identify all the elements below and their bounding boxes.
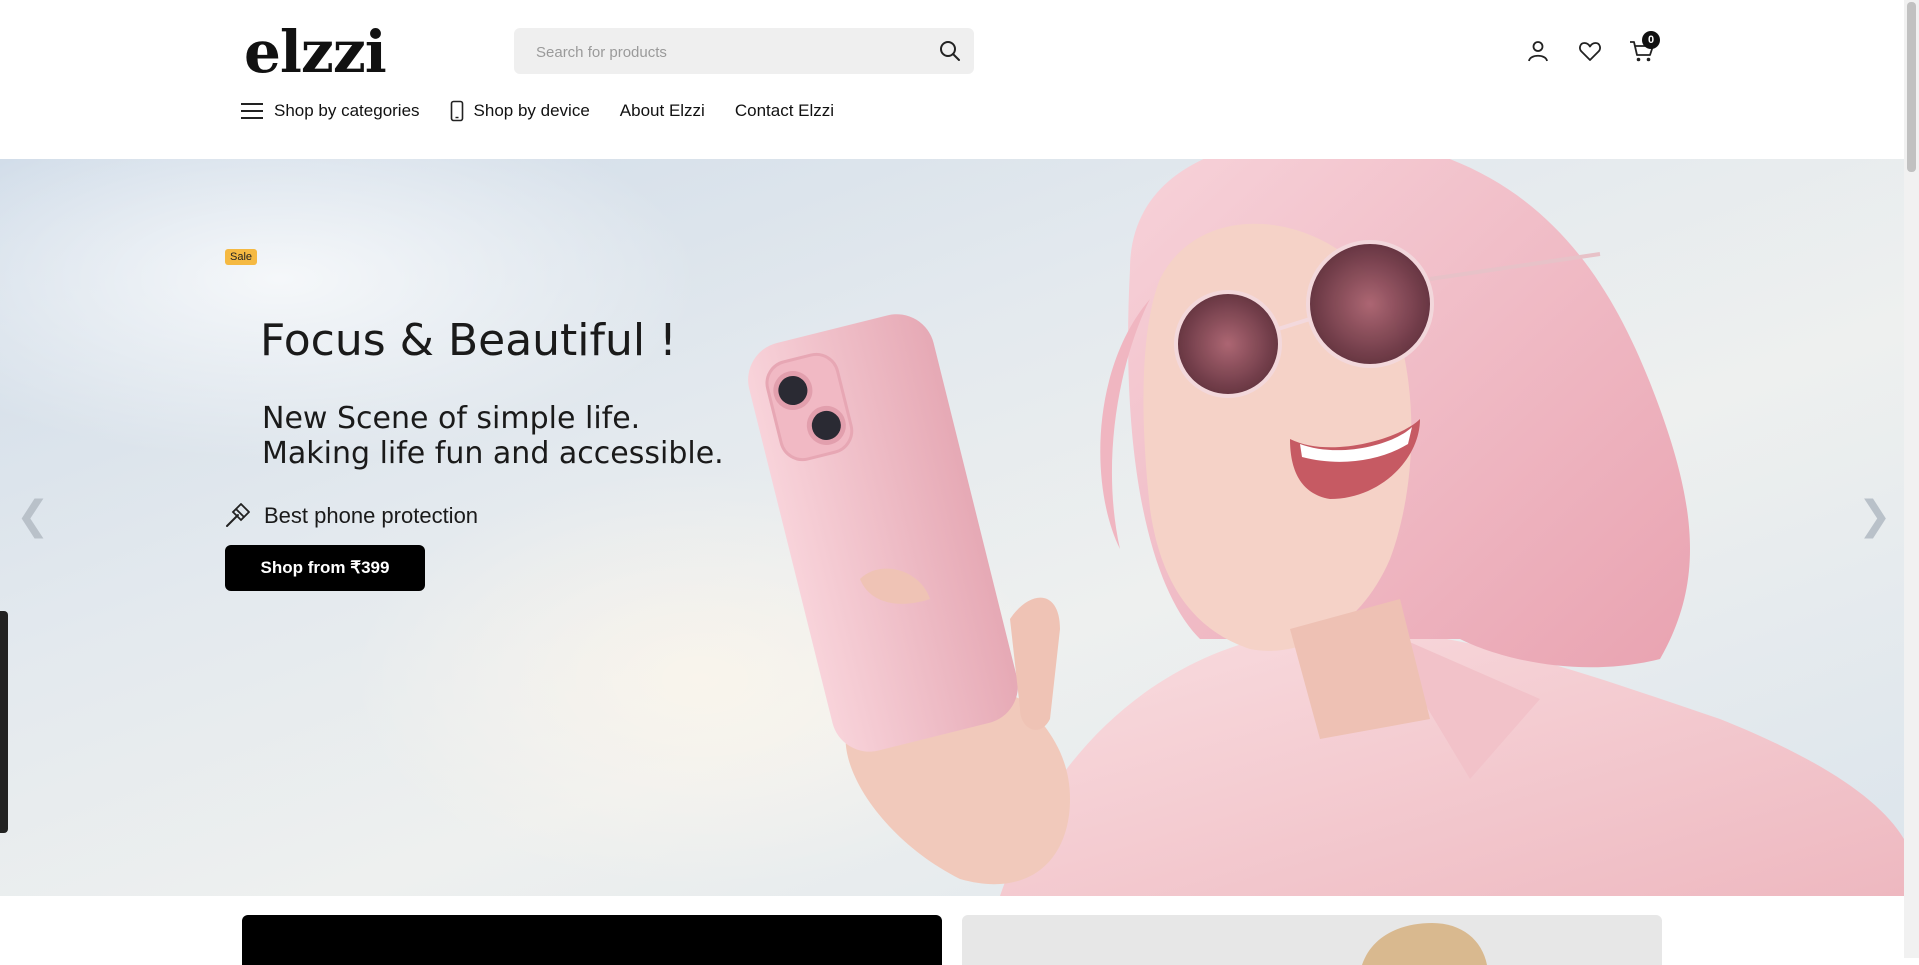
nav-label: About Elzzi — [619, 101, 705, 120]
side-feedback-tab[interactable] — [0, 611, 8, 833]
hammer-icon — [224, 503, 250, 529]
search-bar — [514, 28, 974, 76]
cart-count-badge: 0 — [1642, 31, 1660, 49]
carousel-prev-icon[interactable]: ❮ — [16, 493, 50, 539]
search-icon[interactable] — [936, 37, 964, 65]
scrollbar-thumb[interactable] — [1907, 2, 1916, 172]
phone-icon — [450, 100, 464, 122]
hamburger-icon — [240, 101, 264, 121]
user-icon[interactable] — [1523, 36, 1553, 66]
nav-about[interactable]: About Elzzi — [620, 101, 705, 121]
site-header: elzzi 0 Shop by categories Shop by devic… — [0, 0, 1904, 159]
hero-subtitle-line: Making life fun and accessible. — [262, 436, 724, 471]
hero-subtitle-line: New Scene of simple life. — [262, 401, 641, 436]
nav-label: Shop by device — [473, 101, 590, 120]
hero-subtitle: New Scene of simple life. Making life fu… — [262, 401, 724, 471]
hero-title: Focus & Beautiful ! — [260, 315, 677, 366]
search-input[interactable] — [534, 28, 928, 76]
shop-from-button[interactable]: Shop from ₹399 — [225, 545, 425, 591]
sale-badge: Sale — [225, 249, 258, 265]
nav-shop-by-device[interactable]: Shop by device — [450, 100, 590, 122]
nav-shop-by-categories[interactable]: Shop by categories — [240, 101, 420, 121]
nav-label: Contact Elzzi — [734, 101, 835, 120]
hero-banner: Sale Focus & Beautiful ! New Scene of si… — [0, 159, 1904, 896]
main-nav: Shop by categories Shop by device About … — [240, 96, 864, 126]
nav-label: Shop by categories — [274, 101, 420, 120]
page-scrollbar[interactable] — [1904, 0, 1919, 958]
nav-contact[interactable]: Contact Elzzi — [735, 101, 834, 121]
brand-logo[interactable]: elzzi — [244, 22, 387, 82]
hero-feature: Best phone protection — [224, 503, 478, 529]
carousel-next-icon[interactable]: ❯ — [1858, 493, 1892, 539]
heart-icon[interactable] — [1575, 36, 1605, 66]
hero-feature-label: Best phone protection — [264, 503, 479, 528]
